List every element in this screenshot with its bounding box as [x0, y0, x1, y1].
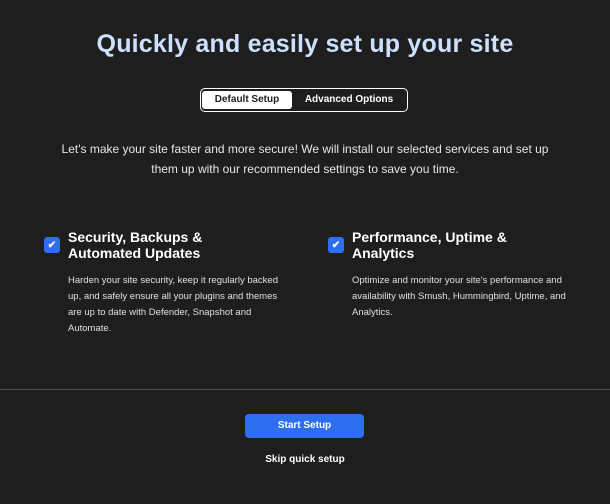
feature-description: Optimize and monitor your site's perform… — [352, 275, 566, 318]
start-setup-button[interactable]: Start Setup — [245, 414, 364, 438]
setup-mode-toggle: Default Setup Advanced Options — [200, 88, 408, 112]
performance-checkbox[interactable]: ✔ — [328, 237, 344, 253]
intro-text: Let's make your site faster and more sec… — [61, 142, 549, 176]
checkmark-icon: ✔ — [47, 239, 57, 251]
security-checkbox[interactable]: ✔ — [44, 237, 60, 253]
tab-default-setup[interactable]: Default Setup — [202, 91, 292, 109]
feature-title: Security, Backups & Automated Updates — [68, 229, 203, 261]
skip-quick-setup-link[interactable]: Skip quick setup — [0, 454, 610, 465]
divider — [0, 389, 610, 390]
page-title: Quickly and easily set up your site — [96, 30, 514, 58]
checkmark-icon: ✔ — [331, 239, 341, 251]
feature-title: Performance, Uptime & Analytics — [352, 229, 507, 261]
tab-advanced-options[interactable]: Advanced Options — [292, 91, 406, 109]
feature-description: Harden your site security, keep it regul… — [68, 275, 278, 334]
